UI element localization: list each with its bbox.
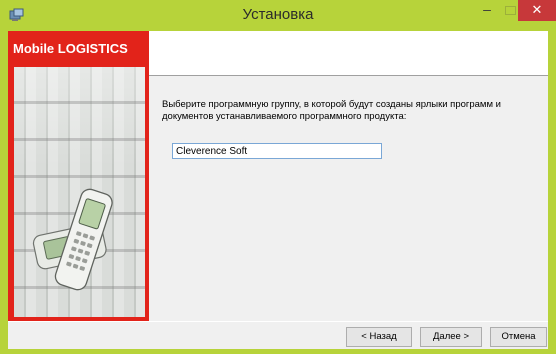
window-title: Установка [242, 6, 314, 23]
side-banner: Mobile LOGISTICS [8, 31, 149, 321]
close-button[interactable]: ✕ [518, 0, 556, 21]
back-button[interactable]: < Назад [346, 327, 412, 347]
installer-window: Установка – ✕ Mobile LOGISTICS Выберите … [0, 0, 556, 354]
maximize-button[interactable] [500, 0, 518, 21]
title-bar[interactable]: Установка – ✕ [0, 0, 556, 31]
handheld-terminal-icon [32, 188, 113, 291]
next-button[interactable]: Далее > [420, 327, 482, 347]
brand-label: Mobile LOGISTICS [13, 41, 128, 56]
warehouse-image [14, 67, 145, 317]
header-panel [149, 31, 548, 76]
cancel-button[interactable]: Отмена [490, 327, 547, 347]
footer-divider [8, 321, 548, 322]
minimize-button[interactable]: – [474, 0, 500, 21]
program-group-input[interactable] [172, 143, 382, 159]
instruction-text: Выберите программную группу, в которой б… [162, 99, 501, 122]
dialog-body: Mobile LOGISTICS Выберите программную гр… [8, 31, 548, 349]
maximize-icon [505, 6, 516, 15]
